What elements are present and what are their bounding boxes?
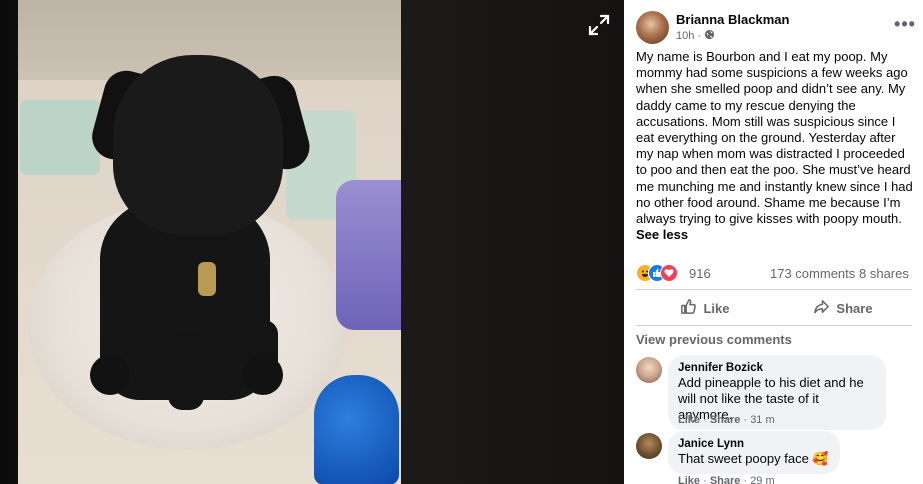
see-less-link[interactable]: See less: [636, 227, 913, 243]
reaction-icons[interactable]: [636, 264, 684, 282]
post-text: My name is Bourbon and I eat my poop. My…: [636, 49, 913, 227]
post-panel: Brianna Blackman 10h · ••• My name is Bo…: [624, 0, 923, 484]
comment-actions: Like · Share · 31 m: [678, 414, 775, 426]
post-header: Brianna Blackman 10h · •••: [636, 10, 921, 46]
photo-viewer: [0, 0, 624, 484]
comment-like-link[interactable]: Like: [678, 414, 700, 426]
commenter-avatar[interactable]: [636, 433, 662, 459]
post-photo[interactable]: [18, 0, 401, 484]
comment-count[interactable]: 173 comments: [770, 266, 855, 281]
comment-item: Jennifer Bozick Add pineapple to his die…: [636, 355, 916, 430]
more-options-icon[interactable]: •••: [892, 14, 918, 34]
comment-time[interactable]: 31 m: [750, 414, 774, 426]
comment-text: That sweet poopy face 🥰: [678, 451, 829, 466]
post-body: My name is Bourbon and I eat my poop. My…: [636, 49, 913, 243]
reaction-summary: 916 173 comments 8 shares: [636, 263, 912, 283]
like-button[interactable]: Like: [636, 293, 774, 323]
post-time[interactable]: 10h: [676, 30, 694, 42]
author-name[interactable]: Brianna Blackman: [676, 12, 789, 27]
comment-actions: Like · Share · 29 m: [678, 475, 775, 484]
author-avatar[interactable]: [636, 11, 669, 44]
comment-share-link[interactable]: Share: [710, 414, 741, 426]
expand-icon[interactable]: [586, 12, 612, 38]
meta-separator: ·: [697, 30, 702, 42]
post-actions: Like Share: [636, 293, 912, 323]
view-previous-comments-link[interactable]: View previous comments: [636, 332, 792, 347]
globe-icon: [704, 29, 715, 43]
commenter-name[interactable]: Janice Lynn: [678, 437, 829, 451]
share-button[interactable]: Share: [774, 293, 912, 323]
share-label: Share: [836, 300, 873, 316]
comment-like-link[interactable]: Like: [678, 475, 700, 484]
like-label: Like: [703, 300, 730, 316]
comment-item: Janice Lynn That sweet poopy face 🥰 Like…: [636, 431, 916, 484]
commenter-name[interactable]: Jennifer Bozick: [678, 361, 875, 375]
love-reaction-icon: [660, 264, 678, 282]
comment-bubble: Janice Lynn That sweet poopy face 🥰: [668, 431, 840, 474]
commenter-avatar[interactable]: [636, 357, 662, 383]
thumbs-up-icon: [680, 298, 697, 318]
divider: [636, 289, 912, 290]
divider: [636, 325, 912, 326]
comment-time[interactable]: 29 m: [750, 475, 774, 484]
share-arrow-icon: [813, 298, 830, 318]
post-meta: 10h ·: [676, 29, 715, 43]
comment-share-link[interactable]: Share: [710, 475, 741, 484]
share-count[interactable]: 8 shares: [859, 266, 909, 281]
reaction-count[interactable]: 916: [689, 266, 711, 281]
